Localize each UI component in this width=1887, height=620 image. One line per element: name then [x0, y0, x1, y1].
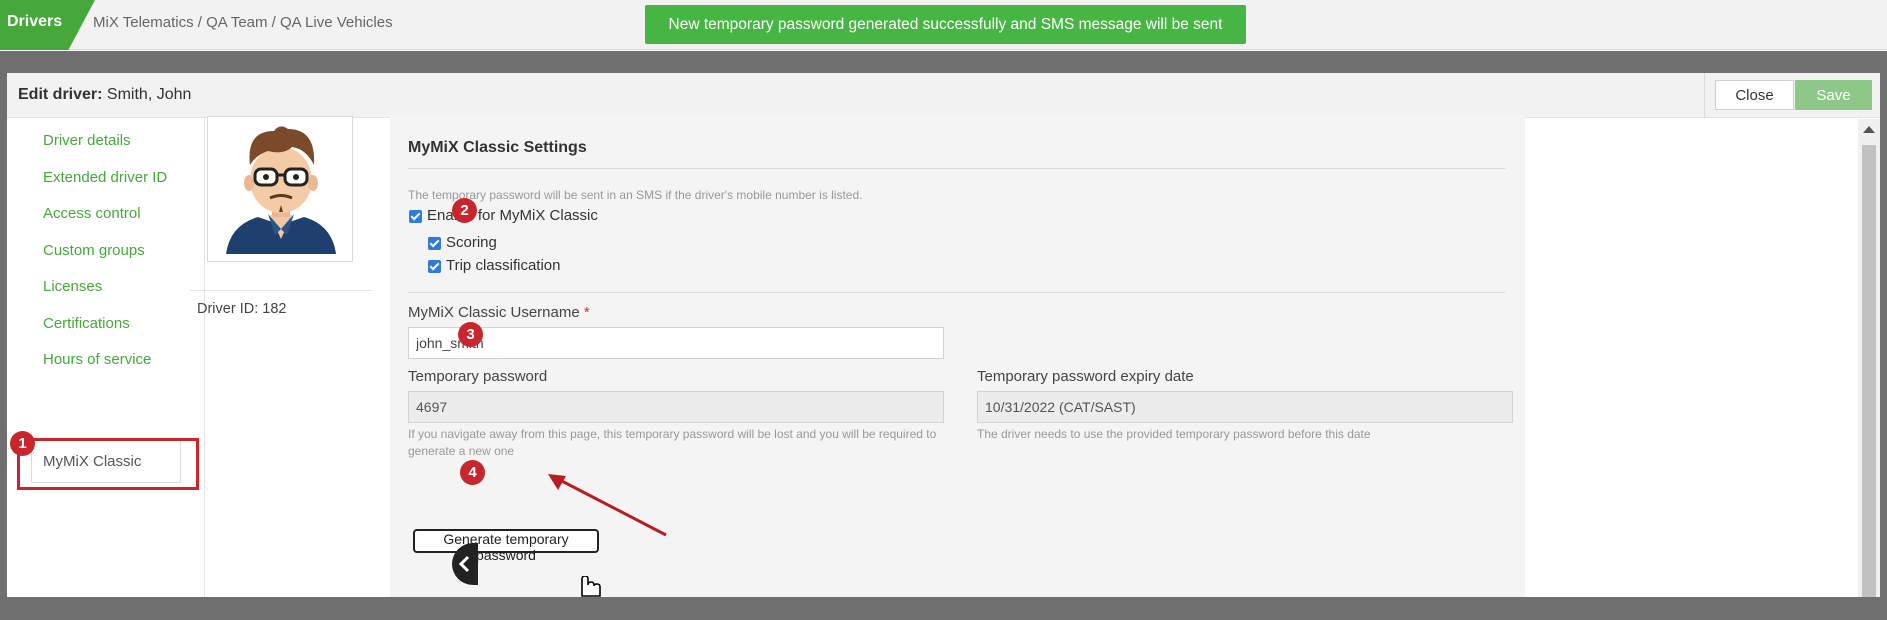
- expiry-date-field[interactable]: [977, 391, 1513, 423]
- profile-divider: [190, 290, 372, 291]
- temp-password-label: Temporary password: [408, 368, 548, 385]
- section-divider: [408, 292, 1506, 293]
- sms-hint: The temporary password will be sent in a…: [408, 188, 863, 202]
- driver-avatar-image: [226, 126, 336, 254]
- hand-cursor-icon: [581, 576, 601, 597]
- edit-driver-modal: Edit driver: Smith, John Close Save Driv…: [7, 73, 1880, 597]
- modal-scrollbar[interactable]: [1858, 119, 1880, 597]
- scoring-checkbox[interactable]: [428, 237, 441, 250]
- breadcrumb[interactable]: MiX Telematics / QA Team / QA Live Vehic…: [93, 14, 393, 31]
- sidebar-item-licenses[interactable]: Licenses: [43, 278, 102, 295]
- success-toast: New temporary password generated success…: [645, 5, 1246, 44]
- step-badge-3: 3: [458, 322, 483, 347]
- username-input[interactable]: [408, 327, 944, 359]
- temp-password-hint: If you navigate away from this page, thi…: [408, 427, 937, 458]
- step-badge-4: 4: [460, 460, 485, 485]
- username-label: MyMiX Classic Username *: [408, 304, 590, 321]
- expiry-date-hint: The driver needs to use the provided tem…: [977, 427, 1371, 441]
- section-divider: [408, 168, 1506, 169]
- enable-mymix-checkbox[interactable]: [409, 210, 422, 223]
- header-divider: [1704, 73, 1705, 118]
- driver-avatar[interactable]: [207, 116, 353, 262]
- trip-classification-label[interactable]: Trip classification: [446, 257, 560, 274]
- sidebar-item-hours-of-service[interactable]: Hours of service: [43, 351, 151, 368]
- driver-id-label: Driver ID: 182: [197, 301, 287, 317]
- scrollbar-thumb[interactable]: [1862, 145, 1876, 597]
- save-button[interactable]: Save: [1795, 80, 1872, 110]
- drivers-module-label: Drivers: [7, 13, 63, 30]
- step-badge-2: 2: [452, 198, 477, 223]
- temp-password-field[interactable]: [408, 391, 944, 423]
- chevron-left-icon: [458, 555, 470, 573]
- top-bar: Drivers MiX Telematics / QA Team / QA Li…: [0, 0, 1887, 50]
- sidebar-item-certifications[interactable]: Certifications: [43, 315, 130, 332]
- expiry-date-label: Temporary password expiry date: [977, 368, 1194, 385]
- sidebar-item-extended-driver-id[interactable]: Extended driver ID: [43, 169, 167, 186]
- driver-name: Smith, John: [106, 86, 192, 103]
- sidebar-item-custom-groups[interactable]: Custom groups: [43, 242, 145, 259]
- driver-sidebar-nav: Driver details Extended driver ID Access…: [7, 118, 205, 597]
- scroll-up-arrow-icon[interactable]: [1863, 126, 1875, 133]
- section-title: MyMiX Classic Settings: [408, 139, 587, 156]
- modal-header: Edit driver: Smith, John Close Save: [7, 73, 1880, 118]
- username-label-text: MyMiX Classic Username: [408, 304, 580, 321]
- modal-title: Edit driver: Smith, John: [18, 86, 191, 104]
- annotation-highlight-box: [17, 438, 199, 490]
- annotation-arrow: [548, 474, 667, 537]
- modal-title-prefix: Edit driver:: [18, 86, 103, 103]
- required-asterisk: *: [583, 304, 590, 321]
- trip-classification-checkbox[interactable]: [428, 260, 441, 273]
- drivers-module-tab[interactable]: Drivers: [0, 0, 95, 50]
- close-button[interactable]: Close: [1715, 80, 1794, 110]
- sidebar-item-driver-details[interactable]: Driver details: [43, 132, 131, 149]
- scoring-label[interactable]: Scoring: [446, 234, 497, 251]
- sidebar-item-access-control[interactable]: Access control: [43, 205, 141, 222]
- step-badge-1: 1: [10, 431, 35, 456]
